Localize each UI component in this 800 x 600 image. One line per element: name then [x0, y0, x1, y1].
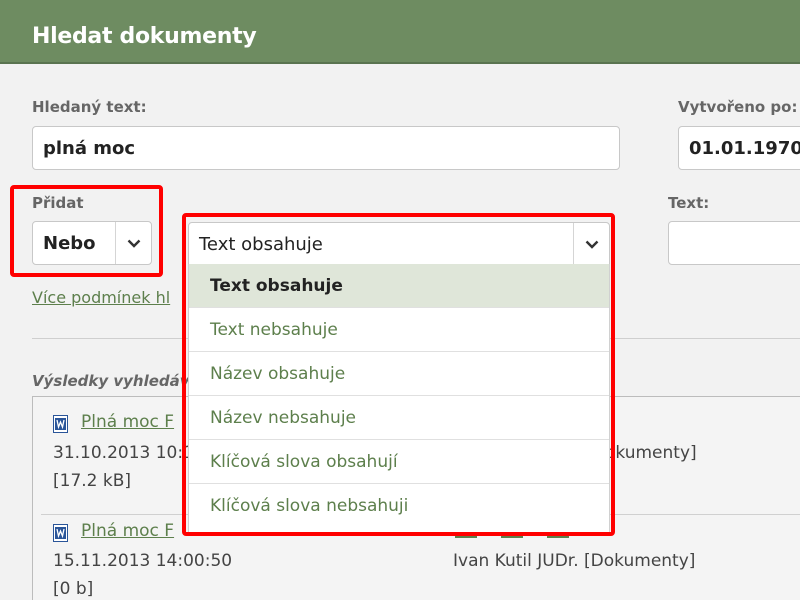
- search-text-label: Hledaný text:: [32, 98, 147, 116]
- dropdown-option-text-contains[interactable]: Text obsahuje: [189, 264, 609, 308]
- add-operator-select[interactable]: Nebo: [32, 221, 152, 265]
- page-header: Hledat dokumenty: [0, 0, 800, 64]
- result-author: Ivan Kutil JUDr. [Dokumenty]: [453, 551, 696, 571]
- more-conditions-link[interactable]: Více podmínek hl: [32, 288, 170, 307]
- dropdown-option-name-contains[interactable]: Název obsahuje: [189, 352, 609, 396]
- result-size: [17.2 kB]: [53, 471, 132, 491]
- result-date: 31.10.2013 10:1: [53, 443, 194, 463]
- text-label: Text:: [668, 194, 710, 212]
- chevron-down-icon[interactable]: [573, 223, 609, 265]
- search-text-value: plná moc: [43, 137, 136, 159]
- page-title: Hledat dokumenty: [32, 24, 257, 49]
- result-author: okumenty]: [605, 443, 697, 463]
- results-label: Výsledky vyhledáv: [32, 372, 190, 390]
- condition-dropdown-list: Text obsahuje Text nebsahuje Název obsah…: [188, 264, 610, 532]
- add-operator-value: Nebo: [43, 232, 96, 254]
- search-text-input[interactable]: plná moc: [32, 126, 620, 170]
- word-document-icon: [53, 415, 68, 433]
- result-date: 15.11.2013 14:00:50: [53, 551, 233, 571]
- condition-select[interactable]: Text obsahuje: [188, 222, 610, 266]
- word-document-icon: [53, 524, 68, 542]
- created-before-value: 01.01.1970: [689, 137, 800, 159]
- created-before-label: Vytvořeno po:: [678, 98, 798, 116]
- chevron-down-icon[interactable]: [115, 222, 151, 264]
- created-before-input[interactable]: 01.01.1970: [678, 126, 800, 170]
- result-size: [0 b]: [53, 579, 94, 599]
- dropdown-option-keywords-not-contain[interactable]: Klíčová slova nebsahuji: [189, 484, 609, 528]
- dropdown-option-keywords-contain[interactable]: Klíčová slova obsahují: [189, 440, 609, 484]
- condition-select-value: Text obsahuje: [199, 233, 323, 255]
- result-title-link[interactable]: Plná moc F: [81, 412, 174, 432]
- dropdown-option-text-not-contains[interactable]: Text nebsahuje: [189, 308, 609, 352]
- dropdown-option-name-not-contains[interactable]: Název nebsahuje: [189, 396, 609, 440]
- add-label: Přidat: [32, 194, 84, 212]
- text-input[interactable]: [668, 221, 800, 265]
- result-title-link[interactable]: Plná moc F: [81, 521, 174, 541]
